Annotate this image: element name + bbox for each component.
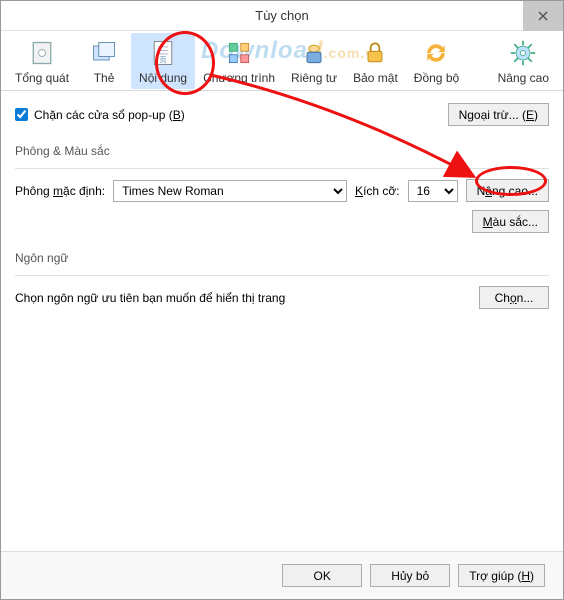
tab-label: Thẻ xyxy=(94,71,115,85)
tab-tabs[interactable]: Thẻ xyxy=(77,33,131,89)
tab-general[interactable]: Tổng quát xyxy=(7,33,77,89)
tab-label: Riêng tư xyxy=(291,71,337,85)
tab-advanced[interactable]: Nâng cao xyxy=(490,33,557,89)
tab-label: Đồng bộ xyxy=(414,71,459,85)
help-button[interactable]: Trợ giúp (H) xyxy=(458,564,545,587)
language-hint: Chọn ngôn ngữ ưu tiên bạn muốn để hiển t… xyxy=(15,291,285,305)
advanced-fonts-button[interactable]: Nâng cao... xyxy=(466,179,549,202)
gear-icon xyxy=(507,37,539,69)
general-icon xyxy=(26,37,58,69)
tab-label: Nâng cao xyxy=(498,71,549,85)
tab-label: Nội dung xyxy=(139,71,187,85)
choose-language-button[interactable]: Chọn... xyxy=(479,286,549,309)
ok-button[interactable]: OK xyxy=(282,564,362,587)
default-font-select[interactable]: Times New Roman xyxy=(113,180,347,202)
tab-content[interactable]: 页 Nội dung xyxy=(131,33,195,89)
tab-privacy[interactable]: Riêng tư xyxy=(283,33,345,89)
font-size-select[interactable]: 16 xyxy=(408,180,458,202)
checkbox-label: Chặn các cửa sổ pop-up (B) xyxy=(34,108,185,122)
section-fonts-colors: Phông & Màu sắc xyxy=(15,144,549,158)
privacy-icon xyxy=(298,37,330,69)
close-icon xyxy=(538,11,548,21)
tab-applications[interactable]: Chương trình xyxy=(195,33,283,89)
lock-icon xyxy=(359,37,391,69)
tabs-icon xyxy=(88,37,120,69)
exceptions-button[interactable]: Ngoại trừ... (E) xyxy=(448,103,549,126)
tab-security[interactable]: Bảo mật xyxy=(345,33,406,89)
colors-button[interactable]: Màu sắc... xyxy=(472,210,549,233)
content-panel: Chặn các cửa sổ pop-up (B) Ngoại trừ... … xyxy=(1,91,563,327)
popup-checkbox-input[interactable] xyxy=(15,108,28,121)
divider xyxy=(15,168,549,169)
tab-label: Bảo mật xyxy=(353,71,398,85)
applications-icon xyxy=(223,37,255,69)
content-icon: 页 xyxy=(147,37,179,69)
tab-label: Chương trình xyxy=(203,71,275,85)
tab-label: Tổng quát xyxy=(15,71,69,85)
titlebar: Tùy chọn xyxy=(1,1,563,31)
default-font-label: Phông mặc định: xyxy=(15,184,105,198)
dialog-buttons: OK Hủy bỏ Trợ giúp (H) xyxy=(1,551,563,599)
close-button[interactable] xyxy=(523,1,563,31)
cancel-button[interactable]: Hủy bỏ xyxy=(370,564,450,587)
divider xyxy=(15,275,549,276)
tab-sync[interactable]: Đồng bộ xyxy=(406,33,467,89)
window-title: Tùy chọn xyxy=(255,8,308,23)
section-language: Ngôn ngữ xyxy=(15,251,549,265)
sync-icon xyxy=(420,37,452,69)
font-size-label: Kích cỡ: xyxy=(355,184,400,198)
svg-text:页: 页 xyxy=(160,55,167,63)
popup-block-checkbox[interactable]: Chặn các cửa sổ pop-up (B) xyxy=(15,108,185,122)
toolbar-tabs: Tổng quát Thẻ 页 Nội dung Chương trình Ri… xyxy=(1,31,563,91)
